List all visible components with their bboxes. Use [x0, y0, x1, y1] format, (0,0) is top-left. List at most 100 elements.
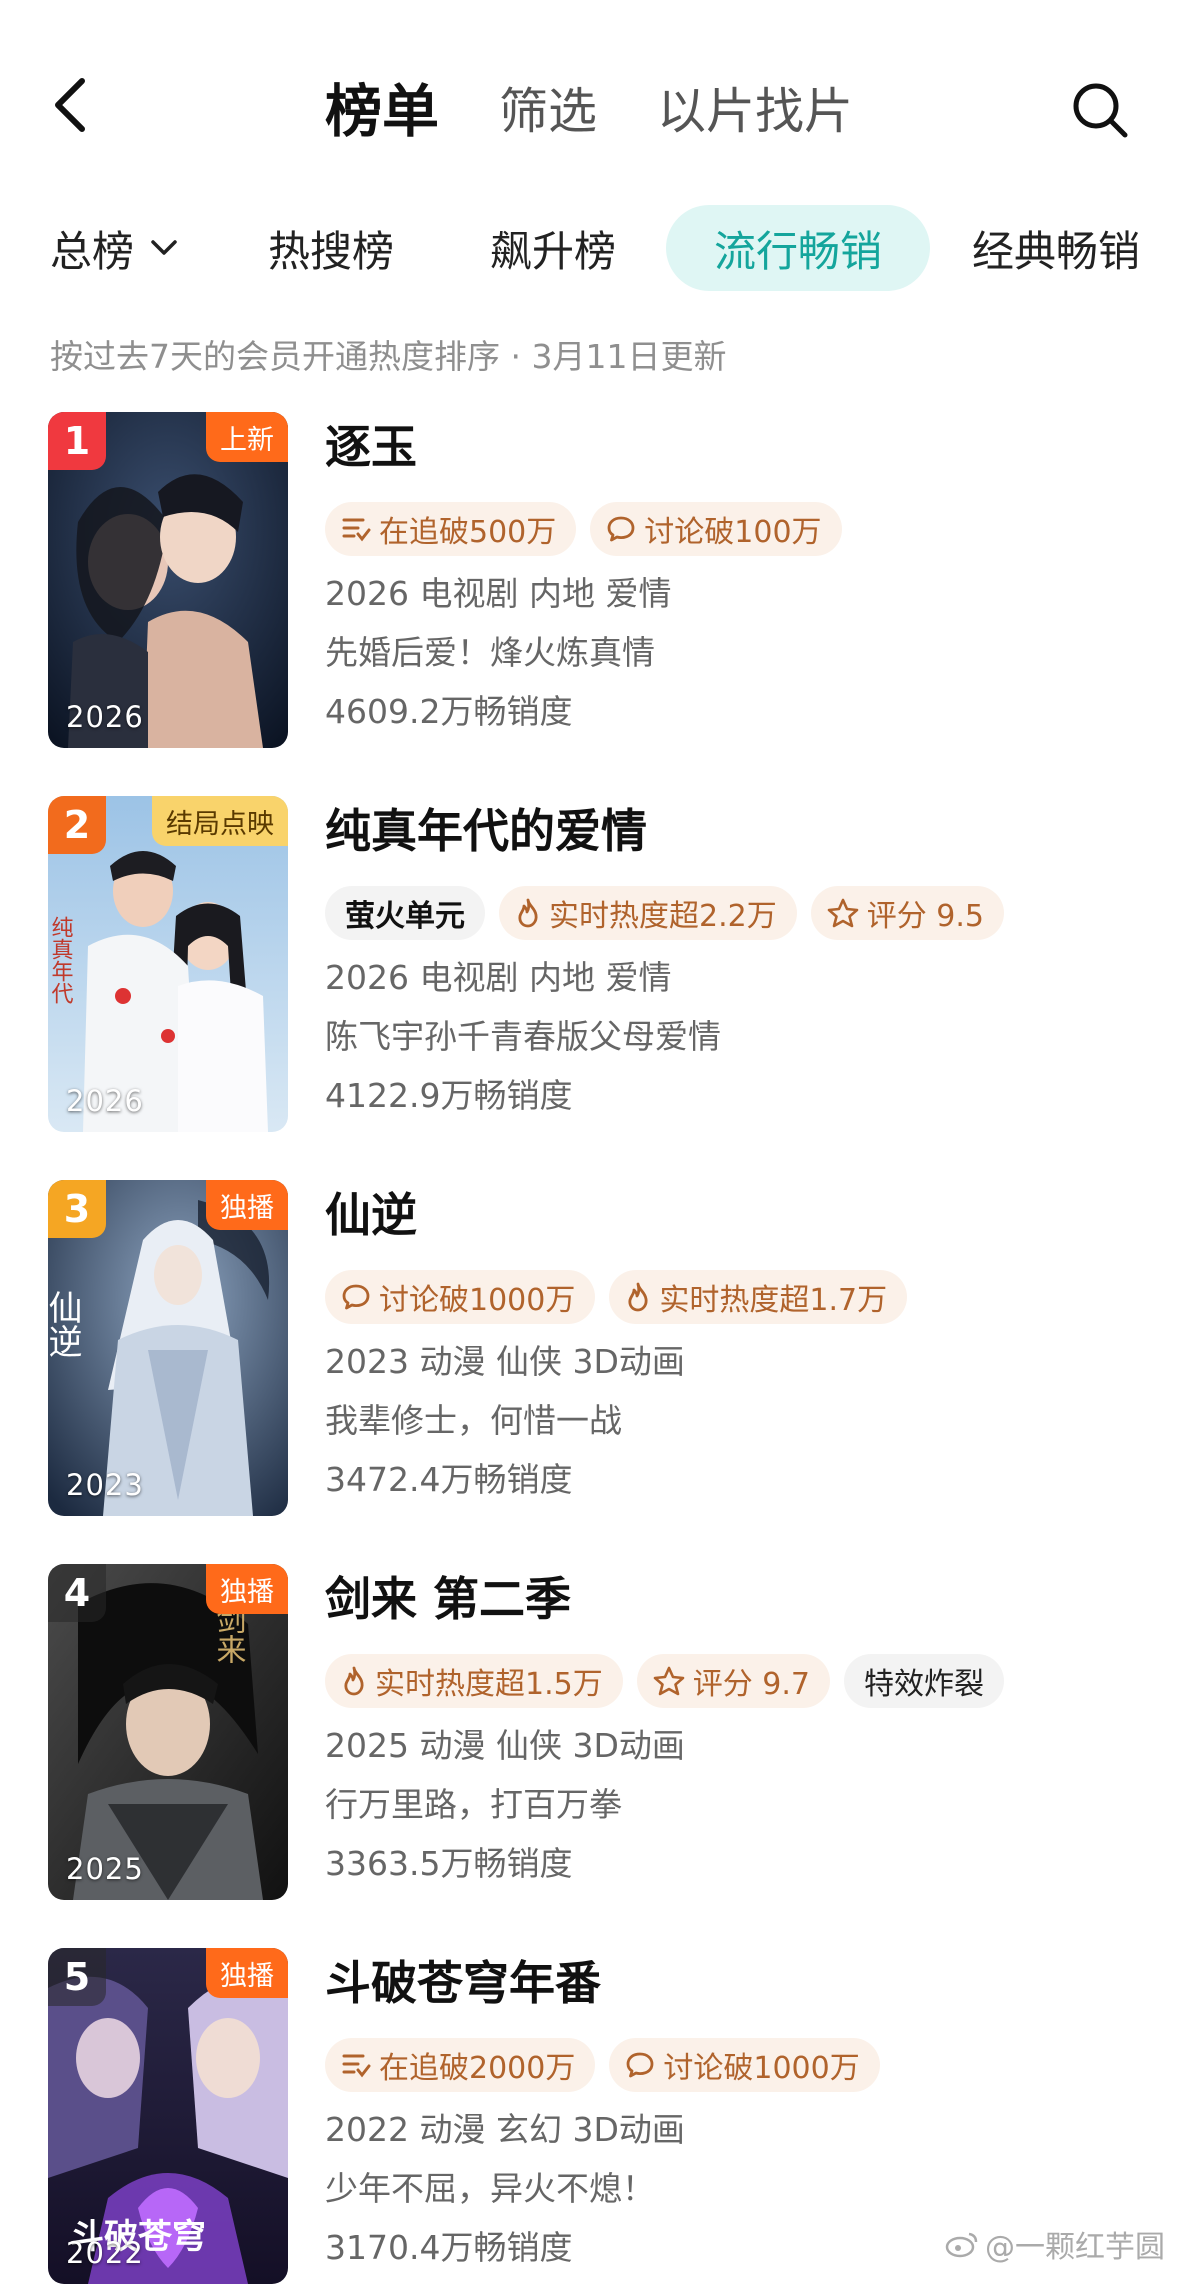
item-description: 少年不屈，异火不熄！ [325, 2169, 655, 2208]
tag-chip-text: 实时热度超1.7万 [659, 1283, 888, 1318]
search-button[interactable] [1060, 70, 1140, 150]
category-hot-search[interactable]: 热搜榜 [268, 205, 394, 291]
tag-chips: 实时热度超1.5万 评分 9.7 特效炸裂 [325, 1654, 1155, 1708]
item-meta: 2022 动漫 玄幻 3D动画 [325, 2110, 685, 2149]
poster-year: 2026 [66, 700, 144, 734]
top-bar: 榜单 筛选 以片找片 [0, 0, 1179, 200]
flame-icon [341, 1666, 367, 1696]
item-title[interactable]: 仙逆 [325, 1184, 1155, 1246]
tag-chip-text: 评分 9.5 [866, 899, 984, 934]
item-meta: 2025 动漫 仙侠 3D动画 [325, 1726, 685, 1765]
tag-chip-text: 萤火单元 [345, 899, 465, 934]
tag-chips: 在追破500万 讨论破100万 [325, 502, 1155, 556]
category-rising[interactable]: 飙升榜 [490, 205, 616, 291]
svg-text:纯真年代: 纯真年代 [48, 916, 74, 1004]
tag-chip-text: 实时热度超2.2万 [549, 899, 777, 934]
list-item[interactable]: 1 上新 2026 逐玉 在追破500万 讨论破100万 2026 电视剧 内地 … [0, 412, 1179, 752]
poster-thumbnail[interactable]: 剑来 4 独播 2025 [48, 1564, 288, 1900]
weibo-icon [945, 2232, 978, 2258]
poster-year: 2025 [66, 1852, 144, 1886]
corner-tag: 独播 [206, 1948, 288, 1998]
back-button[interactable] [40, 70, 100, 140]
watermark: @一颗红芋圆 [945, 2222, 1165, 2266]
tag-chip: 特效炸裂 [843, 1654, 1004, 1708]
poster-year: 2023 [66, 1468, 144, 1502]
list-icon [341, 515, 371, 543]
update-note: 按过去7天的会员开通热度排序 · 3月11日更新 [50, 337, 727, 376]
list-item[interactable]: 仙逆 3 独播 2023 仙逆 讨论破1000万 实时热度超1.7万 2023 动… [0, 1180, 1179, 1520]
tag-chip: 讨论破1000万 [325, 1270, 596, 1324]
tab-filter[interactable]: 筛选 [499, 72, 597, 143]
item-sales: 4122.9万畅销度 [325, 1076, 573, 1115]
rank-badge: 1 [48, 412, 106, 470]
tag-chip-text: 在追破2000万 [379, 2051, 576, 2086]
poster-thumbnail[interactable]: 1 上新 2026 [48, 412, 288, 748]
back-arrow-icon [55, 78, 85, 132]
poster-year: 2026 [66, 1084, 144, 1118]
item-info: 逐玉 在追破500万 讨论破100万 2026 电视剧 内地 爱情 先婚后爱！烽火… [325, 412, 1155, 734]
tag-chip-text: 讨论破1000万 [663, 2051, 860, 2086]
item-description: 我辈修士，何惜一战 [325, 1401, 622, 1440]
tab-find-by-film[interactable]: 以片找片 [657, 72, 853, 143]
poster-year: 2022 [66, 2236, 144, 2270]
tag-chip: 讨论破100万 [590, 502, 842, 556]
poster-thumbnail[interactable]: 仙逆 3 独播 2023 [48, 1180, 288, 1516]
tag-chip: 讨论破1000万 [609, 2038, 880, 2092]
corner-tag: 独播 [206, 1564, 288, 1614]
list-item[interactable]: 剑来 4 独播 2025 剑来 第二季 实时热度超1.5万 评分 9.7 特效炸裂 … [0, 1564, 1179, 1904]
corner-tag: 结局点映 [152, 796, 288, 846]
tag-chip: 实时热度超1.5万 [325, 1654, 623, 1708]
svg-text:仙逆: 仙逆 [48, 1290, 82, 1358]
tag-chip: 萤火单元 [325, 886, 485, 940]
tag-chip: 实时热度超2.2万 [499, 886, 797, 940]
category-label: 总榜 [50, 226, 135, 276]
item-description: 先婚后爱！烽火炼真情 [325, 633, 655, 672]
item-meta: 2026 电视剧 内地 爱情 [325, 574, 672, 613]
category-classic-bestsellers[interactable]: 经典畅销 [972, 205, 1140, 291]
tag-chip: 评分 9.5 [810, 886, 1004, 940]
chevron-down-icon [150, 239, 178, 257]
tag-chips: 在追破2000万 讨论破1000万 [325, 2038, 1155, 2092]
comment-icon [625, 2051, 655, 2079]
rank-badge: 3 [48, 1180, 106, 1238]
tag-chip-text: 实时热度超1.5万 [375, 1667, 603, 1702]
tag-chips: 萤火单元 实时热度超2.2万 评分 9.5 [325, 886, 1155, 940]
corner-tag: 独播 [206, 1180, 288, 1230]
corner-tag: 上新 [206, 412, 288, 462]
list-icon [341, 2051, 371, 2079]
poster-thumbnail[interactable]: 纯真年代 2 结局点映 2026 [48, 796, 288, 1132]
item-sales: 4609.2万畅销度 [325, 692, 573, 731]
tag-chip: 评分 9.7 [636, 1654, 830, 1708]
tag-chip-text: 特效炸裂 [863, 1667, 984, 1702]
list-item[interactable]: 纯真年代 2 结局点映 2026 纯真年代的爱情 萤火单元 实时热度超2.2万 评分… [0, 796, 1179, 1136]
rank-badge: 5 [48, 1948, 106, 2006]
flame-icon [625, 1282, 651, 1312]
flame-icon [515, 898, 541, 928]
comment-icon [606, 515, 636, 543]
star-icon [827, 898, 859, 928]
item-title[interactable]: 纯真年代的爱情 [325, 800, 1155, 862]
tag-chip-text: 讨论破100万 [644, 515, 822, 550]
rank-badge: 2 [48, 796, 106, 854]
tab-ranking[interactable]: 榜单 [325, 66, 439, 148]
item-info: 剑来 第二季 实时热度超1.5万 评分 9.7 特效炸裂 2025 动漫 仙侠 3D… [325, 1564, 1155, 1886]
item-title[interactable]: 斗破苍穹年番 [325, 1952, 1155, 2014]
tag-chip: 实时热度超1.7万 [609, 1270, 908, 1324]
category-all[interactable]: 总榜 [50, 205, 178, 291]
tag-chip-text: 讨论破1000万 [379, 1283, 576, 1318]
item-description: 陈飞宇孙千青春版父母爱情 [325, 1017, 721, 1056]
item-info: 纯真年代的爱情 萤火单元 实时热度超2.2万 评分 9.5 2026 电视剧 内地 … [325, 796, 1155, 1118]
nav-tabs: 榜单 筛选 以片找片 [325, 62, 913, 152]
item-title[interactable]: 剑来 第二季 [325, 1568, 1155, 1630]
item-description: 行万里路，打百万拳 [325, 1785, 622, 1824]
item-meta: 2023 动漫 仙侠 3D动画 [325, 1342, 685, 1381]
item-info: 仙逆 讨论破1000万 实时热度超1.7万 2023 动漫 仙侠 3D动画 我辈修… [325, 1180, 1155, 1502]
tag-chip-text: 在追破500万 [379, 515, 557, 550]
tag-chip: 在追破2000万 [325, 2038, 596, 2092]
category-tabs: 总榜 热搜榜 飙升榜 流行畅销 经典畅销 [0, 205, 1179, 295]
rank-badge: 4 [48, 1564, 106, 1622]
poster-thumbnail[interactable]: 斗破苍穹 5 独播 2022 [48, 1948, 288, 2284]
watermark-text: @一颗红芋圆 [985, 2230, 1165, 2265]
item-title[interactable]: 逐玉 [325, 416, 1155, 478]
category-popular-bestsellers[interactable]: 流行畅销 [666, 205, 931, 291]
